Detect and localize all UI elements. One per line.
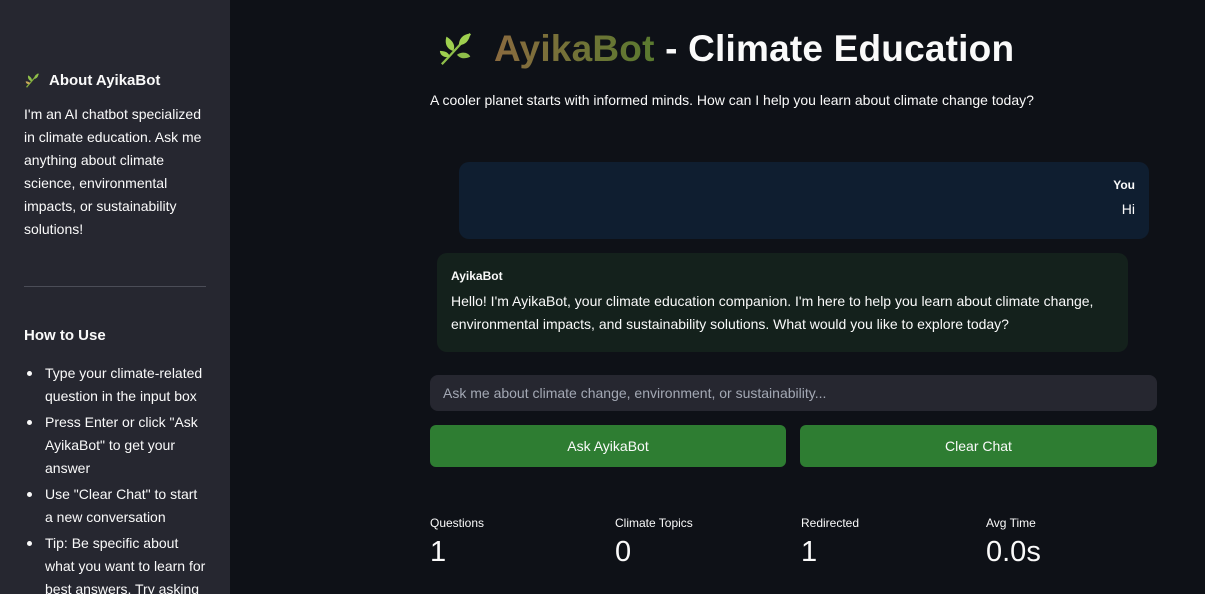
- user-message: You Hi: [459, 162, 1149, 239]
- metric-value: 1: [801, 536, 818, 568]
- sidebar: About AyikaBot I'm an AI chatbot special…: [0, 0, 230, 594]
- howto-item: Press Enter or click "Ask AyikaBot" to g…: [24, 411, 206, 480]
- message-text: Hello! I'm AyikaBot, your climate educat…: [451, 293, 1094, 332]
- page-title: AyikaBot - Climate Education: [438, 28, 1014, 70]
- about-text: I'm an AI chatbot specialized in climate…: [24, 106, 202, 237]
- clear-chat-button[interactable]: Clear Chat: [800, 425, 1157, 467]
- howto-heading: How to Use: [24, 327, 106, 344]
- subtitle: A cooler planet starts with informed min…: [430, 92, 1034, 108]
- metric-label: Questions: [430, 516, 485, 530]
- metric-label: Avg Time: [986, 516, 1036, 530]
- bot-message: AyikaBot Hello! I'm AyikaBot, your clima…: [437, 253, 1128, 352]
- howto-item: Use "Clear Chat" to start a new conversa…: [24, 483, 206, 529]
- metric-value: 1: [430, 536, 447, 568]
- title-rest: - Climate Education: [654, 28, 1015, 69]
- leaf-icon: [25, 73, 39, 88]
- message-text: Hi: [1121, 201, 1135, 217]
- howto-item: Type your climate-related question in th…: [24, 362, 206, 408]
- metric-redirected: Redirected 1: [801, 516, 859, 569]
- app: About AyikaBot I'm an AI chatbot special…: [0, 0, 1205, 594]
- metric-value: 0: [615, 536, 632, 568]
- ask-button[interactable]: Ask AyikaBot: [430, 425, 786, 467]
- chat-input[interactable]: [430, 375, 1157, 411]
- metric-value: 0.0s: [986, 536, 1041, 568]
- metric-label: Climate Topics: [615, 516, 693, 530]
- about-title: About AyikaBot: [49, 72, 161, 89]
- message-sender: You: [1113, 178, 1135, 192]
- howto-item: Tip: Be specific about what you want to …: [24, 532, 206, 594]
- message-sender: AyikaBot: [451, 269, 503, 283]
- metric-questions: Questions 1: [430, 516, 484, 569]
- metric-climate-topics: Climate Topics 0: [615, 516, 693, 569]
- metric-avg-time: Avg Time 0.0s: [986, 516, 1041, 569]
- howto-list: Type your climate-related question in th…: [24, 362, 206, 594]
- title-brand: AyikaBot: [494, 28, 655, 69]
- sidebar-divider: [24, 286, 206, 287]
- metric-label: Redirected: [801, 516, 860, 530]
- main-content: AyikaBot - Climate Education A cooler pl…: [230, 0, 1205, 594]
- about-heading: About AyikaBot: [24, 72, 206, 89]
- leaf-icon: [439, 32, 472, 66]
